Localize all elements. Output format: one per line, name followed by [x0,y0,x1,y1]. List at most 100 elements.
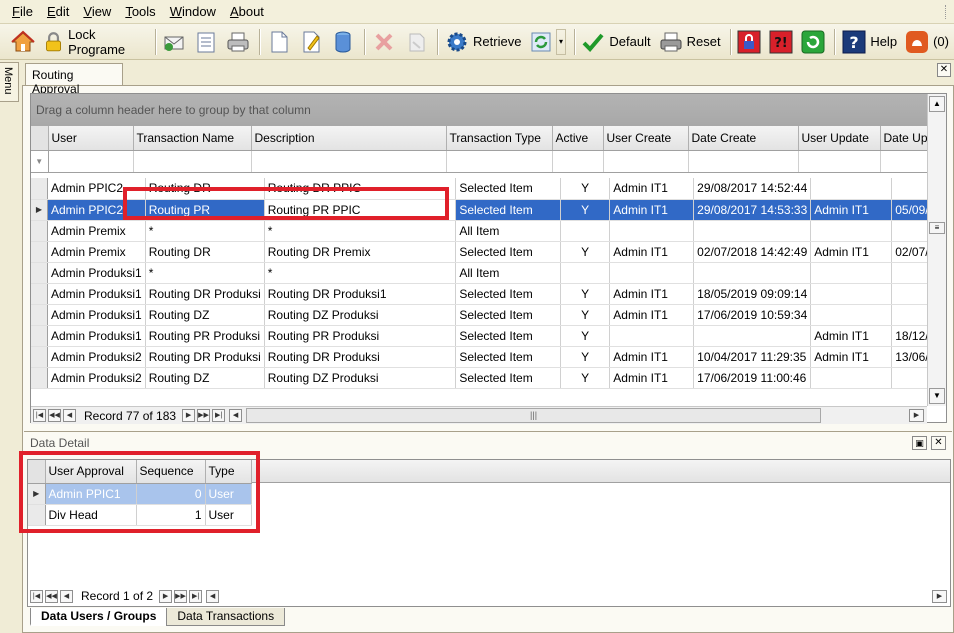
table-cell[interactable]: Routing DR [145,241,265,263]
column-header[interactable]: Sequence [136,460,206,484]
table-cell[interactable]: All Item [455,220,562,242]
retrieve-button[interactable]: Retrieve [442,27,524,57]
group-by-panel[interactable]: Drag a column header here to group by th… [31,94,927,126]
table-cell[interactable]: Admin IT1 [810,346,893,368]
detail-row[interactable]: ▶ Admin PPIC1 0 User [28,483,252,505]
scroll-right-icon[interactable]: ▶ [932,589,947,603]
column-header[interactable]: Description [251,126,447,151]
table-row[interactable]: Admin Produksi1 Routing DZ Routing DZ Prod… [31,304,946,326]
menu-about[interactable]: About [230,4,264,19]
table-cell[interactable] [560,220,611,242]
menu-file[interactable]: File [12,4,33,19]
prev-page-icon[interactable]: ◀◀ [45,589,58,603]
filter-cell[interactable] [133,150,252,173]
last-record-icon[interactable]: ▶| [189,589,203,603]
next-page-icon[interactable]: ▶▶ [174,589,188,603]
filter-cell[interactable] [251,150,447,173]
table-cell[interactable]: Y [560,283,611,305]
table-cell[interactable]: Admin Produksi1 [47,283,146,305]
column-header[interactable]: Date Create [688,126,799,151]
table-cell[interactable] [693,220,812,242]
scroll-left-icon[interactable]: ◀ [229,409,243,422]
filter-cell[interactable] [603,150,689,173]
table-cell[interactable] [609,262,695,284]
scroll-down-icon[interactable]: ▼ [929,388,945,404]
table-cell[interactable]: Selected Item [455,346,562,368]
table-cell[interactable] [609,325,695,347]
table-cell[interactable]: Routing PR Produksi [145,325,265,347]
table-cell[interactable]: * [145,262,265,284]
table-cell[interactable]: Routing PR Produksi [264,325,457,347]
table-cell[interactable]: Y [560,304,611,326]
column-header[interactable]: Transaction Name [133,126,252,151]
default-button[interactable]: Default [578,27,653,57]
table-cell[interactable]: 17/06/2019 11:00:46 [693,367,812,389]
table-cell[interactable]: Admin IT1 [609,199,695,221]
print-button[interactable] [223,27,253,57]
delete-button[interactable] [369,27,399,57]
reset-button[interactable]: Reset [656,27,724,57]
list-button[interactable] [191,27,221,57]
menu-tools[interactable]: Tools [125,4,155,19]
table-cell[interactable]: Routing DR Produksi1 [264,283,457,305]
detail-cell[interactable]: 0 [136,483,206,505]
row-indicator[interactable]: ▶ [31,199,48,221]
table-cell[interactable]: Selected Item [455,283,562,305]
detail-cell[interactable]: Div Head [45,504,137,526]
menu-view[interactable]: View [83,4,111,19]
column-header[interactable]: Active [552,126,604,151]
notification-button[interactable]: (0) [902,27,952,57]
table-cell[interactable] [693,262,812,284]
row-indicator[interactable] [31,367,48,389]
scroll-thumb[interactable]: ≡ [929,222,945,234]
new-button[interactable] [264,27,294,57]
refresh-dropdown[interactable]: ▾ [556,28,566,55]
table-cell[interactable]: Admin Produksi1 [47,262,146,284]
table-cell[interactable]: * [145,220,265,242]
table-cell[interactable]: Admin Produksi2 [47,367,146,389]
detail-cell[interactable]: Admin PPIC1 [45,483,137,505]
detail-cell[interactable]: User [205,504,252,526]
table-cell[interactable]: Y [560,346,611,368]
table-cell[interactable] [609,220,695,242]
prev-page-icon[interactable]: ◀◀ [48,409,61,422]
table-cell[interactable]: 29/08/2017 14:52:44 [693,178,812,200]
table-cell[interactable]: Routing DZ Produksi [264,367,457,389]
table-cell[interactable]: All Item [455,262,562,284]
table-cell[interactable]: Y [560,241,611,263]
save-button[interactable] [328,27,358,57]
table-cell[interactable]: Routing DR PPIC [264,178,457,200]
table-cell[interactable]: Routing DR Produksi [145,283,265,305]
detail-cell[interactable]: 1 [136,504,206,526]
table-cell[interactable]: Routing PR PPIC [264,199,457,221]
table-row[interactable]: Admin Produksi1 * * All Item [31,262,946,284]
prev-record-icon[interactable]: ◀ [60,589,73,603]
table-cell[interactable]: Admin PPIC2 [47,178,146,200]
edit-button[interactable] [296,27,326,57]
filter-cell[interactable] [48,150,134,173]
filter-icon[interactable]: ▼ [31,150,49,173]
table-cell[interactable] [810,367,893,389]
question-red-button[interactable]: ?! [766,27,796,57]
table-cell[interactable]: Admin IT1 [810,241,893,263]
table-cell[interactable]: Admin Premix [47,220,146,242]
first-record-icon[interactable]: |◀ [30,589,43,603]
row-indicator[interactable] [28,504,46,526]
table-cell[interactable]: Admin IT1 [609,304,695,326]
table-row[interactable]: Admin Premix * * All Item [31,220,946,242]
side-menu-tab[interactable]: Menu [0,62,19,102]
help-button[interactable]: ? Help [839,27,900,57]
scroll-right-icon[interactable]: ▶ [909,409,924,422]
refresh-button[interactable] [526,27,556,57]
table-cell[interactable]: Routing DR Produksi [264,346,457,368]
menu-window[interactable]: Window [170,4,216,19]
table-cell[interactable]: Selected Item [455,367,562,389]
tab-data-transactions[interactable]: Data Transactions [166,608,286,626]
home-button[interactable] [8,27,38,57]
table-cell[interactable]: 17/06/2019 10:59:34 [693,304,812,326]
column-header[interactable]: User Update [798,126,881,151]
scroll-left-icon[interactable]: ◀ [206,589,220,603]
table-cell[interactable]: 02/07/2018 14:42:49 [693,241,812,263]
table-cell[interactable]: Selected Item [455,199,562,221]
row-indicator[interactable]: ▶ [28,483,46,505]
